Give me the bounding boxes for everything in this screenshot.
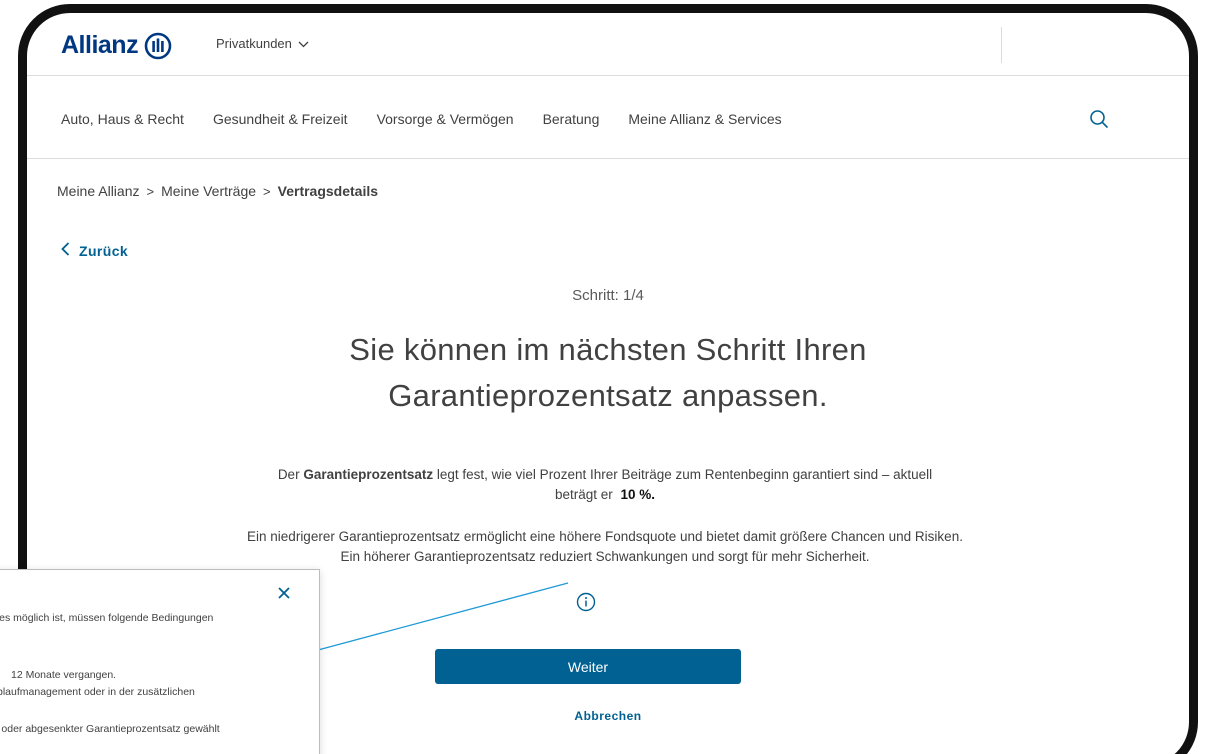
- logo-wordmark: Allianz: [61, 31, 139, 59]
- breadcrumb-vertragsdetails: Vertragsdetails: [277, 183, 379, 199]
- step-indicator: Schritt: 1/4: [572, 287, 644, 304]
- nav-item-vorsorge-vermoegen[interactable]: Vorsorge & Vermögen: [377, 111, 514, 127]
- breadcrumb-separator: >: [263, 183, 271, 199]
- intro-term: Garantieprozentsatz: [303, 467, 434, 482]
- breadcrumb-meine-vertraege[interactable]: Meine Verträge: [161, 183, 256, 199]
- intro-prefix: Der: [277, 467, 300, 482]
- breadcrumb-separator: >: [146, 183, 155, 199]
- popup-text-line-4: r oder abgesenkter Garantieprozentsatz g…: [0, 723, 220, 735]
- popup-text-line-3: blaufmanagement oder in der zusätzlichen: [0, 686, 195, 698]
- breadcrumb-meine-allianz[interactable]: Meine Allianz: [57, 183, 140, 199]
- weiter-button[interactable]: Weiter: [435, 649, 741, 684]
- guarantee-percentage: 10 %.: [620, 487, 656, 502]
- intro-paragraph: Der Garantieprozentsatz legt fest, wie v…: [265, 465, 945, 505]
- main-navigation: Auto, Haus & Recht Gesundheit & Freizeit…: [27, 76, 1189, 159]
- intro-text: legt fest, wie viel Prozent Ihrer Beiträ…: [436, 467, 933, 502]
- popup-text-line-1: tzes möglich ist, müssen folgende Beding…: [0, 612, 214, 624]
- nav-item-beratung[interactable]: Beratung: [543, 111, 600, 127]
- close-icon[interactable]: [276, 585, 292, 601]
- page-title-line-2: Garantieprozentsatz anpassen.: [388, 378, 828, 413]
- back-label: Zurück: [79, 242, 129, 259]
- top-bar: Allianz Privatkunden: [27, 13, 1189, 76]
- nav-item-auto-haus-recht[interactable]: Auto, Haus & Recht: [61, 111, 184, 127]
- topbar-divider: [1001, 27, 1002, 63]
- info-tooltip-popup: tzes möglich ist, müssen folgende Beding…: [0, 569, 320, 754]
- chevron-left-icon: [61, 242, 70, 259]
- segment-label: Privatkunden: [216, 36, 292, 51]
- breadcrumb: Meine Allianz > Meine Verträge > Vertrag…: [57, 183, 378, 199]
- chevron-down-icon: [298, 36, 309, 51]
- page-title-line-1: Sie können im nächsten Schritt Ihren: [349, 332, 867, 367]
- allianz-logo[interactable]: Allianz: [61, 31, 172, 60]
- back-link[interactable]: Zurück: [61, 242, 128, 259]
- page-title: Sie können im nächsten Schritt Ihren Gar…: [27, 327, 1189, 419]
- info-icon[interactable]: [576, 592, 596, 612]
- nav-item-gesundheit-freizeit[interactable]: Gesundheit & Freizeit: [213, 111, 348, 127]
- nav-item-meine-allianz-services[interactable]: Meine Allianz & Services: [628, 111, 781, 127]
- search-icon[interactable]: [1088, 108, 1110, 130]
- segment-selector[interactable]: Privatkunden: [216, 36, 309, 51]
- popup-text-line-2: 12 Monate vergangen.: [11, 669, 117, 681]
- allianz-eagle-icon: [144, 32, 172, 60]
- explanation-paragraph: Ein niedrigerer Garantieprozentsatz ermö…: [247, 529, 963, 564]
